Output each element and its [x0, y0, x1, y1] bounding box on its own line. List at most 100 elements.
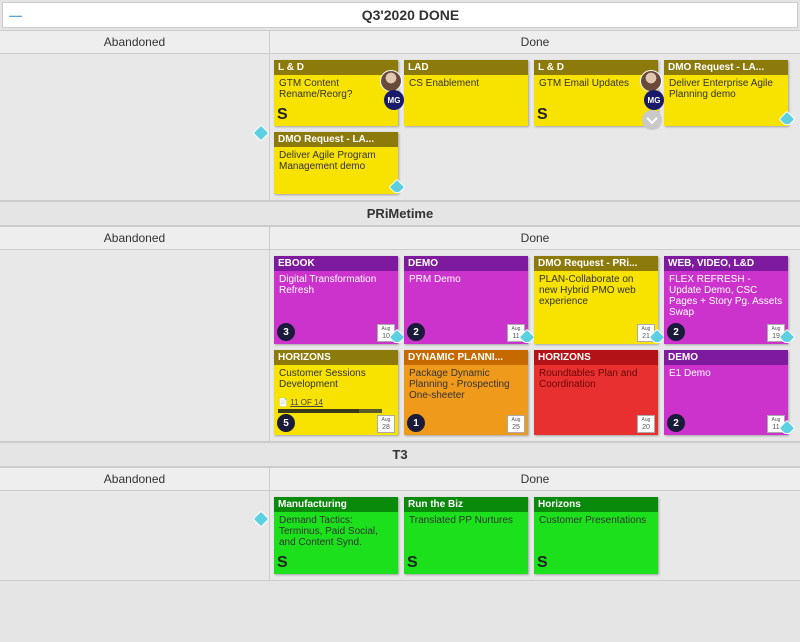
- card-header: DEMO: [404, 256, 528, 271]
- section-header-bar: — Q3'2020 DONE: [2, 2, 798, 28]
- card-footer: Aug11: [404, 324, 528, 344]
- kanban-card[interactable]: DMO Request - PRi...PLAN-Collaborate on …: [534, 256, 658, 344]
- col-abandoned: Abandoned: [0, 468, 270, 490]
- avatar: [380, 70, 402, 92]
- card-header: Manufacturing: [274, 497, 398, 512]
- kanban-card[interactable]: DYNAMIC PLANNI...Package Dynamic Plannin…: [404, 350, 528, 435]
- card-body: Customer Sessions Development: [274, 365, 398, 396]
- kanban-card[interactable]: DEMOE1 Demo2Aug11: [664, 350, 788, 435]
- card-body: CS Enablement: [404, 75, 528, 110]
- card-body: Digital Transformation Refresh: [274, 271, 398, 324]
- card-footer: S: [274, 106, 398, 126]
- card-header: L & D: [274, 60, 398, 75]
- tag-icon: [255, 127, 271, 143]
- kanban-card[interactable]: L & DGTM Email UpdatesSMG: [534, 60, 658, 126]
- s-icon: S: [537, 106, 548, 124]
- card-body: Customer Presentations: [534, 512, 658, 554]
- lane-primetime: EBOOKDigital Transformation Refresh3Aug1…: [0, 250, 800, 442]
- card-footer: S: [274, 554, 398, 574]
- lane-t3: ManufacturingDemand Tactics: Terminus, P…: [0, 491, 800, 581]
- col-abandoned: Abandoned: [0, 227, 270, 249]
- dropzone-done[interactable]: L & DGTM Content Rename/Reorg?SMGLADCS E…: [270, 54, 800, 200]
- card-footer: Aug20: [534, 415, 658, 435]
- col-done: Done: [270, 227, 800, 249]
- kanban-card[interactable]: WEB, VIDEO, L&DFLEX REFRESH - Update Dem…: [664, 256, 788, 344]
- card-header: DMO Request - LA...: [664, 60, 788, 75]
- dropzone-abandoned[interactable]: [0, 491, 270, 580]
- card-footer: [274, 178, 398, 194]
- card-body: Demand Tactics: Terminus, Paid Social, a…: [274, 512, 398, 554]
- card-footer: Aug28: [274, 415, 398, 435]
- s-icon: S: [277, 106, 288, 124]
- card-header: Run the Biz: [404, 497, 528, 512]
- kanban-card[interactable]: ManufacturingDemand Tactics: Terminus, P…: [274, 497, 398, 574]
- card-header: DYNAMIC PLANNI...: [404, 350, 528, 365]
- card-footer: [664, 110, 788, 126]
- section-title-t3: T3: [0, 442, 800, 467]
- dropzone-done[interactable]: ManufacturingDemand Tactics: Terminus, P…: [270, 491, 800, 580]
- kanban-card[interactable]: L & DGTM Content Rename/Reorg?SMG: [274, 60, 398, 126]
- initials-badge: MG: [644, 90, 664, 110]
- card-header: LAD: [404, 60, 528, 75]
- card-body: Package Dynamic Planning - Prospecting O…: [404, 365, 528, 415]
- col-abandoned: Abandoned: [0, 31, 270, 53]
- col-done: Done: [270, 31, 800, 53]
- s-icon: S: [537, 554, 548, 572]
- card-header: DEMO: [664, 350, 788, 365]
- card-footer: S: [404, 554, 528, 574]
- kanban-card[interactable]: HORIZONSCustomer Sessions Development 📄 1…: [274, 350, 398, 435]
- dropzone-abandoned[interactable]: [0, 54, 270, 200]
- lane-q3: L & DGTM Content Rename/Reorg?SMGLADCS E…: [0, 54, 800, 201]
- kanban-card[interactable]: Run the BizTranslated PP NurturesS: [404, 497, 528, 574]
- kanban-card[interactable]: EBOOKDigital Transformation Refresh3Aug1…: [274, 256, 398, 344]
- card-body: Roundtables Plan and Coordination: [534, 365, 658, 415]
- card-footer: Aug21: [534, 324, 658, 344]
- card-body: Deliver Agile Program Management demo: [274, 147, 398, 178]
- card-footer: [404, 110, 528, 126]
- kanban-card[interactable]: HORIZONSRoundtables Plan and Coordinatio…: [534, 350, 658, 435]
- card-header: HORIZONS: [534, 350, 658, 365]
- kanban-card[interactable]: DMO Request - LA...Deliver Agile Program…: [274, 132, 398, 194]
- card-header: WEB, VIDEO, L&D: [664, 256, 788, 271]
- card-footer: Aug25: [404, 415, 528, 435]
- section-title-primetime: PRiMetime: [0, 201, 800, 226]
- avatar: [640, 70, 662, 92]
- card-progress: 📄 11 OF 14: [278, 398, 394, 413]
- kanban-card[interactable]: DEMOPRM Demo2Aug11: [404, 256, 528, 344]
- card-header: EBOOK: [274, 256, 398, 271]
- card-body: E1 Demo: [664, 365, 788, 415]
- card-body: FLEX REFRESH - Update Demo, CSC Pages + …: [664, 271, 788, 324]
- column-headers: Abandoned Done: [0, 30, 800, 54]
- calendar-icon: Aug20: [637, 415, 655, 433]
- calendar-icon: Aug25: [507, 415, 525, 433]
- kanban-card[interactable]: HorizonsCustomer PresentationsS: [534, 497, 658, 574]
- card-header: HORIZONS: [274, 350, 398, 365]
- s-icon: S: [407, 554, 418, 572]
- card-header: Horizons: [534, 497, 658, 512]
- col-done: Done: [270, 468, 800, 490]
- card-body: Translated PP Nurtures: [404, 512, 528, 554]
- card-footer: Aug11: [664, 415, 788, 435]
- calendar-icon: Aug28: [377, 415, 395, 433]
- card-footer: S: [534, 554, 658, 574]
- chevron-down-icon[interactable]: [642, 110, 662, 130]
- dropzone-done[interactable]: EBOOKDigital Transformation Refresh3Aug1…: [270, 250, 800, 441]
- kanban-card[interactable]: LADCS Enablement: [404, 60, 528, 126]
- card-header: DMO Request - PRi...: [534, 256, 658, 271]
- initials-badge: MG: [384, 90, 404, 110]
- tag-icon: [255, 513, 271, 529]
- card-footer: Aug19: [664, 324, 788, 344]
- card-body: PRM Demo: [404, 271, 528, 324]
- card-header: DMO Request - LA...: [274, 132, 398, 147]
- column-headers: Abandoned Done: [0, 467, 800, 491]
- card-header: L & D: [534, 60, 658, 75]
- collapse-toggle[interactable]: —: [9, 8, 22, 23]
- card-body: PLAN-Collaborate on new Hybrid PMO web e…: [534, 271, 658, 324]
- dropzone-abandoned[interactable]: [0, 250, 270, 441]
- column-headers: Abandoned Done: [0, 226, 800, 250]
- card-footer: S: [534, 106, 658, 126]
- card-body: Deliver Enterprise Agile Planning demo: [664, 75, 788, 110]
- kanban-card[interactable]: DMO Request - LA...Deliver Enterprise Ag…: [664, 60, 788, 126]
- section-title: Q3'2020 DONE: [30, 7, 791, 23]
- s-icon: S: [277, 554, 288, 572]
